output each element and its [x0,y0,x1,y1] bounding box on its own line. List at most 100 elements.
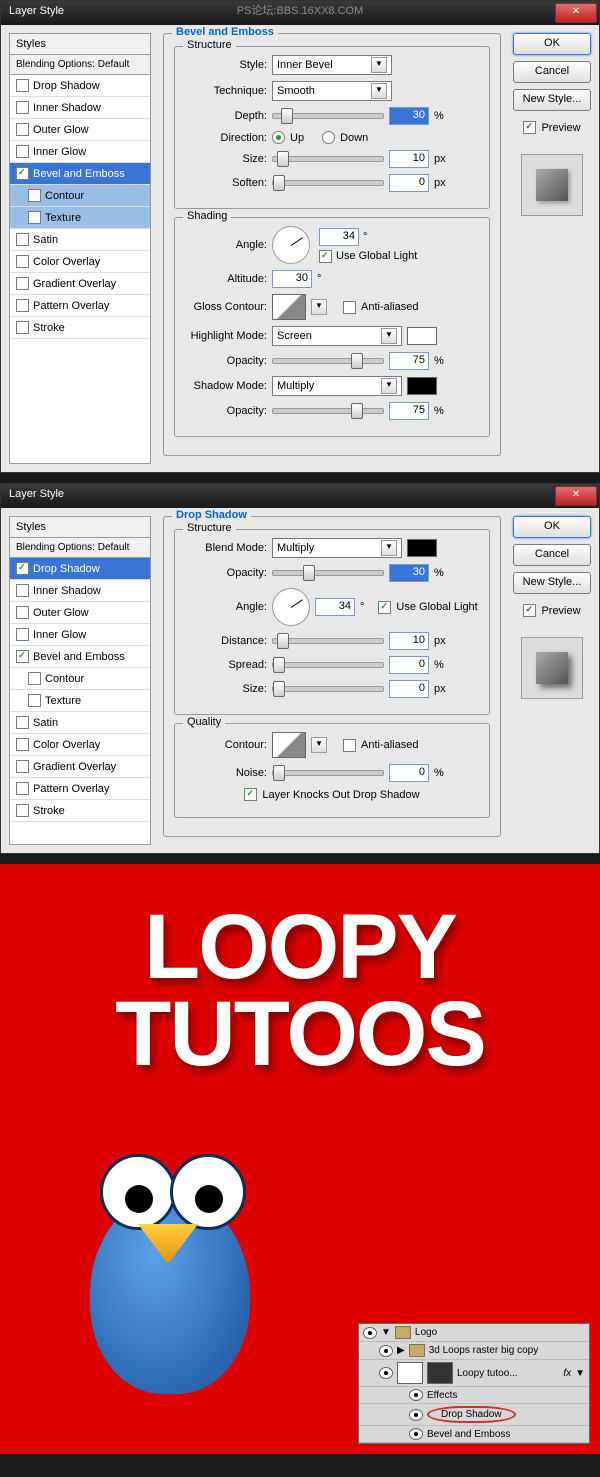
highlight-opacity-input[interactable]: 75 [389,352,429,370]
style-dropdown[interactable]: Inner Bevel▼ [272,55,392,75]
ok-button[interactable]: OK [513,516,591,538]
depth-input[interactable]: 30 [389,107,429,125]
layer-row[interactable]: ▶3d Loops raster big copy [359,1342,589,1360]
preview-checkbox[interactable] [523,604,536,617]
visibility-icon[interactable] [409,1389,423,1401]
style-item-outer-glow[interactable]: Outer Glow [10,119,150,141]
visibility-icon[interactable] [409,1409,423,1421]
visibility-icon[interactable] [379,1345,393,1357]
style-item-drop-shadow[interactable]: Drop Shadow [10,558,150,580]
style-checkbox[interactable] [16,628,29,641]
chevron-down-icon[interactable]: ▼ [311,737,327,753]
visibility-icon[interactable] [379,1367,393,1379]
distance-slider[interactable] [272,638,384,644]
disclosure-triangle-icon[interactable]: ▼ [381,1327,391,1338]
cancel-button[interactable]: Cancel [513,61,591,83]
style-checkbox[interactable] [16,584,29,597]
altitude-input[interactable]: 30 [272,270,312,288]
style-item-drop-shadow[interactable]: Drop Shadow [10,75,150,97]
shadow-color-swatch[interactable] [407,539,437,557]
new-style-button[interactable]: New Style... [513,89,591,111]
style-checkbox[interactable] [28,672,41,685]
visibility-icon[interactable] [363,1327,377,1339]
antialiased-checkbox[interactable] [343,301,356,314]
noise-input[interactable]: 0 [389,764,429,782]
soften-input[interactable]: 0 [389,174,429,192]
gloss-contour-picker[interactable] [272,294,306,320]
layer-row[interactable]: ▼Logo [359,1324,589,1342]
blend-mode-dropdown[interactable]: Multiply▼ [272,538,402,558]
layer-row[interactable]: Loopy tutoo...fx▼ [359,1360,589,1387]
style-checkbox[interactable] [16,760,29,773]
style-item-gradient-overlay[interactable]: Gradient Overlay [10,756,150,778]
chevron-down-icon[interactable]: ▼ [311,299,327,315]
style-item-satin[interactable]: Satin [10,229,150,251]
style-item-texture[interactable]: Texture [10,207,150,229]
disclosure-triangle-icon[interactable]: ▼ [575,1368,585,1379]
style-checkbox[interactable] [16,233,29,246]
depth-slider[interactable] [272,113,384,119]
close-button[interactable]: ✕ [555,3,597,23]
contour-picker[interactable] [272,732,306,758]
blending-options[interactable]: Blending Options: Default [10,538,150,558]
style-item-bevel-and-emboss[interactable]: Bevel and Emboss [10,646,150,668]
mask-thumbnail[interactable] [427,1362,453,1384]
style-checkbox[interactable] [16,101,29,114]
style-item-texture[interactable]: Texture [10,690,150,712]
style-item-outer-glow[interactable]: Outer Glow [10,602,150,624]
shadow-mode-dropdown[interactable]: Multiply▼ [272,376,402,396]
shadow-color-swatch[interactable] [407,377,437,395]
style-item-inner-shadow[interactable]: Inner Shadow [10,580,150,602]
highlight-color-swatch[interactable] [407,327,437,345]
global-light-checkbox[interactable] [378,601,391,614]
style-item-inner-glow[interactable]: Inner Glow [10,141,150,163]
style-checkbox[interactable] [16,145,29,158]
size-slider[interactable] [272,156,384,162]
style-item-pattern-overlay[interactable]: Pattern Overlay [10,778,150,800]
style-checkbox[interactable] [28,694,41,707]
styles-header[interactable]: Styles [10,517,150,538]
highlight-mode-dropdown[interactable]: Screen▼ [272,326,402,346]
angle-input[interactable]: 34 [319,228,359,246]
spread-slider[interactable] [272,662,384,668]
up-radio[interactable] [272,131,285,144]
style-checkbox[interactable] [16,123,29,136]
size-slider[interactable] [272,686,384,692]
style-checkbox[interactable] [16,738,29,751]
style-checkbox[interactable] [16,804,29,817]
style-checkbox[interactable] [28,211,41,224]
antialiased-checkbox[interactable] [343,739,356,752]
cancel-button[interactable]: Cancel [513,544,591,566]
close-button[interactable]: ✕ [555,486,597,506]
global-light-checkbox[interactable] [319,250,332,263]
style-checkbox[interactable] [16,299,29,312]
angle-input[interactable]: 34 [315,598,355,616]
style-item-contour[interactable]: Contour [10,185,150,207]
style-item-color-overlay[interactable]: Color Overlay [10,734,150,756]
style-checkbox[interactable] [16,606,29,619]
effect-drop-shadow[interactable]: Drop Shadow [359,1404,589,1426]
soften-slider[interactable] [272,180,384,186]
style-checkbox[interactable] [16,562,29,575]
style-item-gradient-overlay[interactable]: Gradient Overlay [10,273,150,295]
size-input[interactable]: 10 [389,150,429,168]
style-item-inner-shadow[interactable]: Inner Shadow [10,97,150,119]
style-checkbox[interactable] [16,79,29,92]
angle-control[interactable] [272,226,310,264]
style-checkbox[interactable] [16,782,29,795]
spread-input[interactable]: 0 [389,656,429,674]
style-checkbox[interactable] [16,716,29,729]
distance-input[interactable]: 10 [389,632,429,650]
style-item-pattern-overlay[interactable]: Pattern Overlay [10,295,150,317]
style-checkbox[interactable] [16,255,29,268]
style-checkbox[interactable] [16,650,29,663]
knocks-out-checkbox[interactable] [244,788,257,801]
effect-bevel-emboss[interactable]: Bevel and Emboss [359,1426,589,1443]
styles-header[interactable]: Styles [10,34,150,55]
shadow-opacity-slider[interactable] [272,408,384,414]
technique-dropdown[interactable]: Smooth▼ [272,81,392,101]
ok-button[interactable]: OK [513,33,591,55]
new-style-button[interactable]: New Style... [513,572,591,594]
down-radio[interactable] [322,131,335,144]
blending-options[interactable]: Blending Options: Default [10,55,150,75]
